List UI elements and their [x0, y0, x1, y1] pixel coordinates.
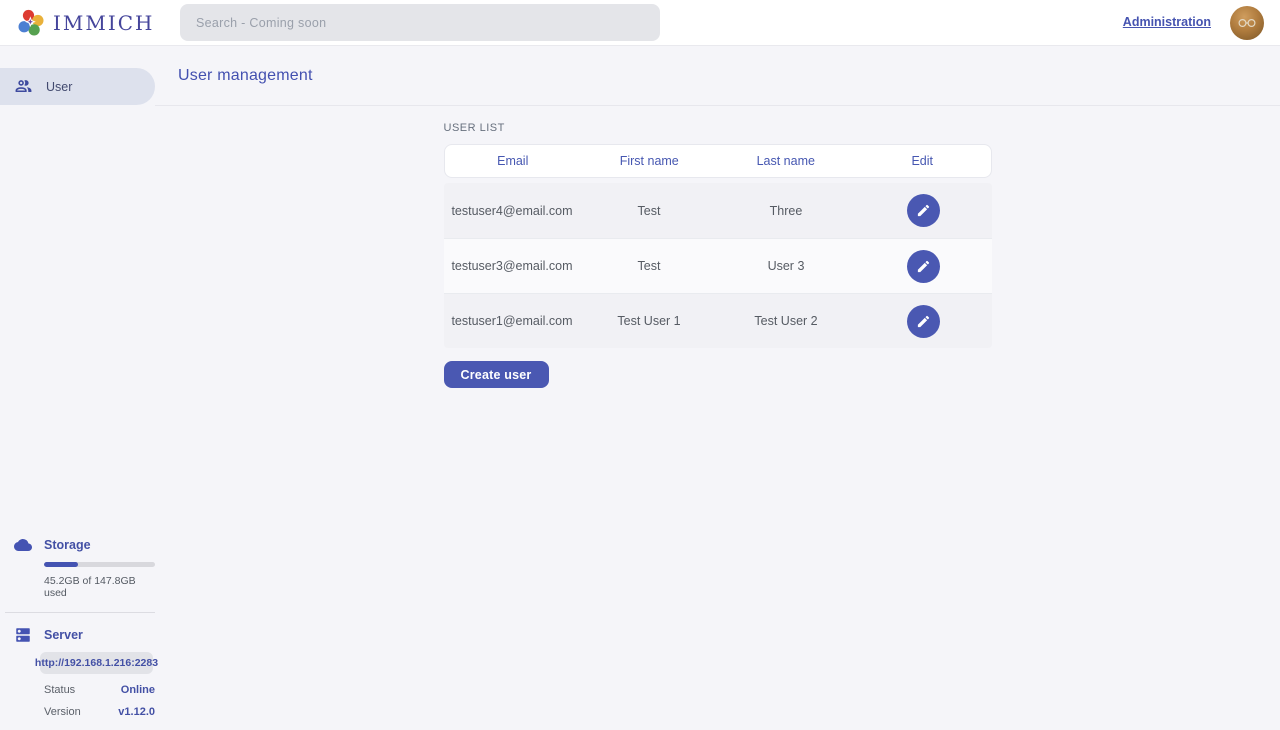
cloud-icon [14, 536, 32, 554]
top-bar: IMMICH Administration [0, 0, 1280, 46]
user-email: testuser1@email.com [444, 314, 581, 328]
administration-link[interactable]: Administration [1123, 15, 1211, 29]
glasses-icon [1237, 18, 1257, 28]
sidebar: User Storage 45.2GB of 147.8GB used Serv… [0, 46, 155, 730]
immich-flower-icon [16, 8, 46, 38]
table-row: testuser1@email.com Test User 1 Test Use… [444, 293, 992, 348]
create-user-button[interactable]: Create user [444, 361, 549, 388]
pencil-icon [916, 259, 931, 274]
immich-logo: IMMICH [16, 8, 155, 38]
user-first-name: Test [581, 259, 718, 273]
content-area: User Storage 45.2GB of 147.8GB used Serv… [0, 46, 1280, 730]
server-title: Server [44, 628, 83, 642]
user-last-name: Test User 2 [718, 314, 855, 328]
user-table: testuser4@email.com Test Three testuser3… [444, 183, 992, 348]
user-first-name: Test [581, 204, 718, 218]
table-row: testuser3@email.com Test User 3 [444, 238, 992, 293]
column-header-last-name: Last name [718, 154, 855, 168]
storage-section-header: Storage [0, 536, 155, 554]
storage-title: Storage [44, 538, 91, 552]
version-label: Version [44, 706, 81, 718]
edit-user-button[interactable] [907, 305, 940, 338]
brand-name: IMMICH [53, 11, 155, 35]
storage-usage-text: 45.2GB of 147.8GB used [44, 575, 155, 599]
column-header-first-name: First name [581, 154, 718, 168]
storage-progress-fill [44, 562, 78, 567]
edit-user-button[interactable] [907, 250, 940, 283]
sidebar-item-user[interactable]: User [0, 68, 155, 105]
footer-divider [5, 612, 155, 613]
column-header-edit: Edit [854, 154, 991, 168]
server-section-header: Server [0, 626, 155, 644]
table-row: testuser4@email.com Test Three [444, 183, 992, 238]
server-status-row: Status Online [44, 684, 155, 696]
page-title: User management [178, 67, 313, 85]
user-avatar[interactable] [1230, 6, 1264, 40]
user-last-name: Three [718, 204, 855, 218]
table-header-row: Email First name Last name Edit [444, 144, 992, 178]
status-value: Online [121, 684, 155, 696]
storage-progress-bar [44, 562, 155, 567]
sidebar-item-label: User [46, 80, 72, 94]
users-group-icon [14, 77, 33, 96]
user-email: testuser4@email.com [444, 204, 581, 218]
pencil-icon [916, 314, 931, 329]
user-list-label: USER LIST [444, 122, 992, 134]
search-input[interactable] [180, 4, 660, 41]
sidebar-footer: Storage 45.2GB of 147.8GB used Server ht… [0, 536, 155, 718]
server-icon [14, 626, 32, 644]
pencil-icon [916, 203, 931, 218]
version-value: v1.12.0 [118, 706, 155, 718]
user-first-name: Test User 1 [581, 314, 718, 328]
status-label: Status [44, 684, 75, 696]
server-url-badge: http://192.168.1.216:2283 [40, 652, 153, 674]
server-version-row: Version v1.12.0 [44, 706, 155, 718]
main-panel: User management USER LIST Email First na… [155, 46, 1280, 730]
column-header-email: Email [445, 154, 582, 168]
user-list-section: USER LIST Email First name Last name Edi… [444, 122, 992, 388]
user-last-name: User 3 [718, 259, 855, 273]
page-header: User management [155, 46, 1280, 106]
edit-user-button[interactable] [907, 194, 940, 227]
user-email: testuser3@email.com [444, 259, 581, 273]
